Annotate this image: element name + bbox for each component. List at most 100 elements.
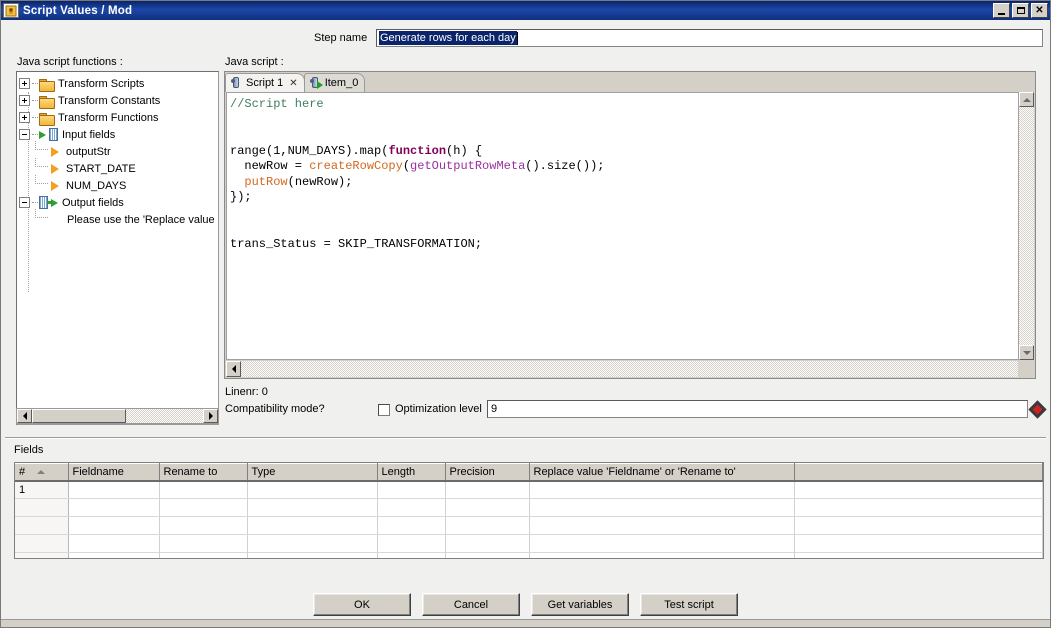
dialog-button-row: OK Cancel Get variables Test script [1, 593, 1050, 616]
step-name-input[interactable]: Generate rows for each day [376, 29, 1043, 47]
cell-extra [794, 516, 1043, 535]
scroll-left-button[interactable] [226, 361, 241, 377]
close-icon[interactable]: ✕ [289, 78, 297, 89]
cell-precision[interactable] [445, 480, 530, 499]
tab-script-1[interactable]: Script 1 ✕ [225, 73, 305, 92]
cell-type[interactable] [247, 552, 378, 558]
scroll-left-button[interactable] [17, 409, 32, 423]
cell-rename-to[interactable] [159, 534, 248, 553]
column-header-rename-to[interactable]: Rename to [159, 463, 248, 482]
cell-rename-to[interactable] [159, 480, 248, 499]
cell-type[interactable] [247, 480, 378, 499]
tree-item-transform-functions[interactable]: Transform Functions [19, 109, 218, 126]
column-header-replace-value[interactable]: Replace value 'Fieldname' or 'Rename to' [529, 463, 795, 482]
scroll-right-button[interactable] [203, 409, 218, 423]
collapse-minus-icon[interactable] [19, 129, 30, 140]
cell-type[interactable] [247, 534, 378, 553]
js-functions-tree-panel[interactable]: Transform Scripts Transform Constants Tr… [16, 71, 219, 425]
scrollbar-track[interactable] [241, 361, 1019, 377]
tree-item-label: Output fields [62, 196, 124, 209]
cell-rename-to[interactable] [159, 552, 248, 558]
tab-label: Script 1 [246, 77, 284, 89]
cell-rename-to[interactable] [159, 516, 248, 535]
table-row[interactable] [15, 498, 1043, 517]
step-name-value: Generate rows for each day [379, 31, 517, 45]
cell-replace-value[interactable] [529, 516, 795, 535]
cell-length[interactable] [377, 498, 446, 517]
tree-item-label: NUM_DAYS [66, 179, 127, 192]
close-button[interactable]: ✕ [1031, 3, 1048, 18]
cell-extra [794, 552, 1043, 558]
cell-type[interactable] [247, 516, 378, 535]
expand-plus-icon[interactable] [19, 95, 30, 106]
cell-type[interactable] [247, 498, 378, 517]
cell-length[interactable] [377, 534, 446, 553]
table-row[interactable] [15, 552, 1043, 558]
tree-item-output-fields[interactable]: Output fields [19, 194, 218, 211]
column-header-length[interactable]: Length [377, 463, 446, 482]
cell-replace-value[interactable] [529, 534, 795, 553]
cell-precision[interactable] [445, 498, 530, 517]
cell-precision[interactable] [445, 552, 530, 558]
table-row[interactable] [15, 516, 1043, 535]
cell-fieldname[interactable] [68, 516, 160, 535]
scrollbar-thumb[interactable] [32, 409, 126, 423]
cell-fieldname[interactable] [68, 534, 160, 553]
field-arrow-icon [51, 146, 59, 157]
minimize-button[interactable] [993, 3, 1010, 18]
scrollbar-track[interactable] [126, 409, 203, 423]
code-horizontal-scrollbar[interactable] [226, 361, 1019, 377]
maximize-button[interactable] [1012, 3, 1029, 18]
expand-plus-icon[interactable] [19, 78, 30, 89]
script-values-icon [3, 3, 19, 18]
scroll-up-button[interactable] [1019, 92, 1034, 107]
section-divider [5, 437, 1046, 439]
cell-fieldname[interactable] [68, 480, 160, 499]
tab-item-0[interactable]: Item_0 [303, 73, 366, 92]
ok-button[interactable]: OK [313, 593, 411, 616]
tree-item-num-days[interactable]: NUM_DAYS [19, 175, 218, 194]
tree-item-start-date[interactable]: START_DATE [19, 158, 218, 177]
cell-rename-to[interactable] [159, 498, 248, 517]
fields-table-wrapper[interactable]: # Fieldname Rename to Type Length Precis… [14, 462, 1044, 559]
tree-item-outputstr[interactable]: outputStr [19, 141, 218, 160]
cell-replace-value[interactable] [529, 552, 795, 558]
cell-fieldname[interactable] [68, 552, 160, 558]
test-script-button[interactable]: Test script [640, 593, 738, 616]
scroll-down-button[interactable] [1019, 345, 1034, 360]
tree-connector [32, 100, 38, 101]
cell-precision[interactable] [445, 516, 530, 535]
scrollbar-track[interactable] [1019, 107, 1034, 345]
tree-horizontal-scrollbar[interactable] [16, 408, 219, 424]
code-vertical-scrollbar[interactable] [1018, 92, 1034, 360]
cell-precision[interactable] [445, 534, 530, 553]
tree-item-transform-scripts[interactable]: Transform Scripts [19, 75, 218, 92]
column-header-fieldname[interactable]: Fieldname [68, 463, 160, 482]
table-row[interactable]: 1 [15, 480, 1043, 499]
collapse-minus-icon[interactable] [19, 197, 30, 208]
tree-item-transform-constants[interactable]: Transform Constants [19, 92, 218, 109]
script-run-icon [309, 77, 323, 89]
cell-length[interactable] [377, 552, 446, 558]
column-header-number[interactable]: # [15, 463, 69, 482]
compatibility-mode-checkbox[interactable] [378, 404, 390, 416]
cancel-button[interactable]: Cancel [422, 593, 520, 616]
expand-plus-icon[interactable] [19, 112, 30, 123]
column-header-type[interactable]: Type [247, 463, 378, 482]
code-line-close: }); [230, 190, 252, 204]
column-header-precision[interactable]: Precision [445, 463, 530, 482]
optimization-level-input[interactable]: 9 [487, 400, 1028, 418]
window-controls: ✕ [993, 3, 1048, 18]
cell-replace-value[interactable] [529, 498, 795, 517]
tree-item-input-fields[interactable]: Input fields [19, 126, 218, 143]
script-code-editor[interactable]: //Script here range(1,NUM_DAYS).map(func… [226, 92, 1019, 360]
get-variables-button[interactable]: Get variables [531, 593, 629, 616]
fields-table: # Fieldname Rename to Type Length Precis… [15, 463, 1043, 558]
folder-icon [39, 78, 55, 92]
variable-diamond-icon[interactable] [1028, 400, 1047, 419]
cell-replace-value[interactable] [529, 480, 795, 499]
table-row[interactable] [15, 534, 1043, 553]
cell-fieldname[interactable] [68, 498, 160, 517]
cell-length[interactable] [377, 480, 446, 499]
cell-length[interactable] [377, 516, 446, 535]
